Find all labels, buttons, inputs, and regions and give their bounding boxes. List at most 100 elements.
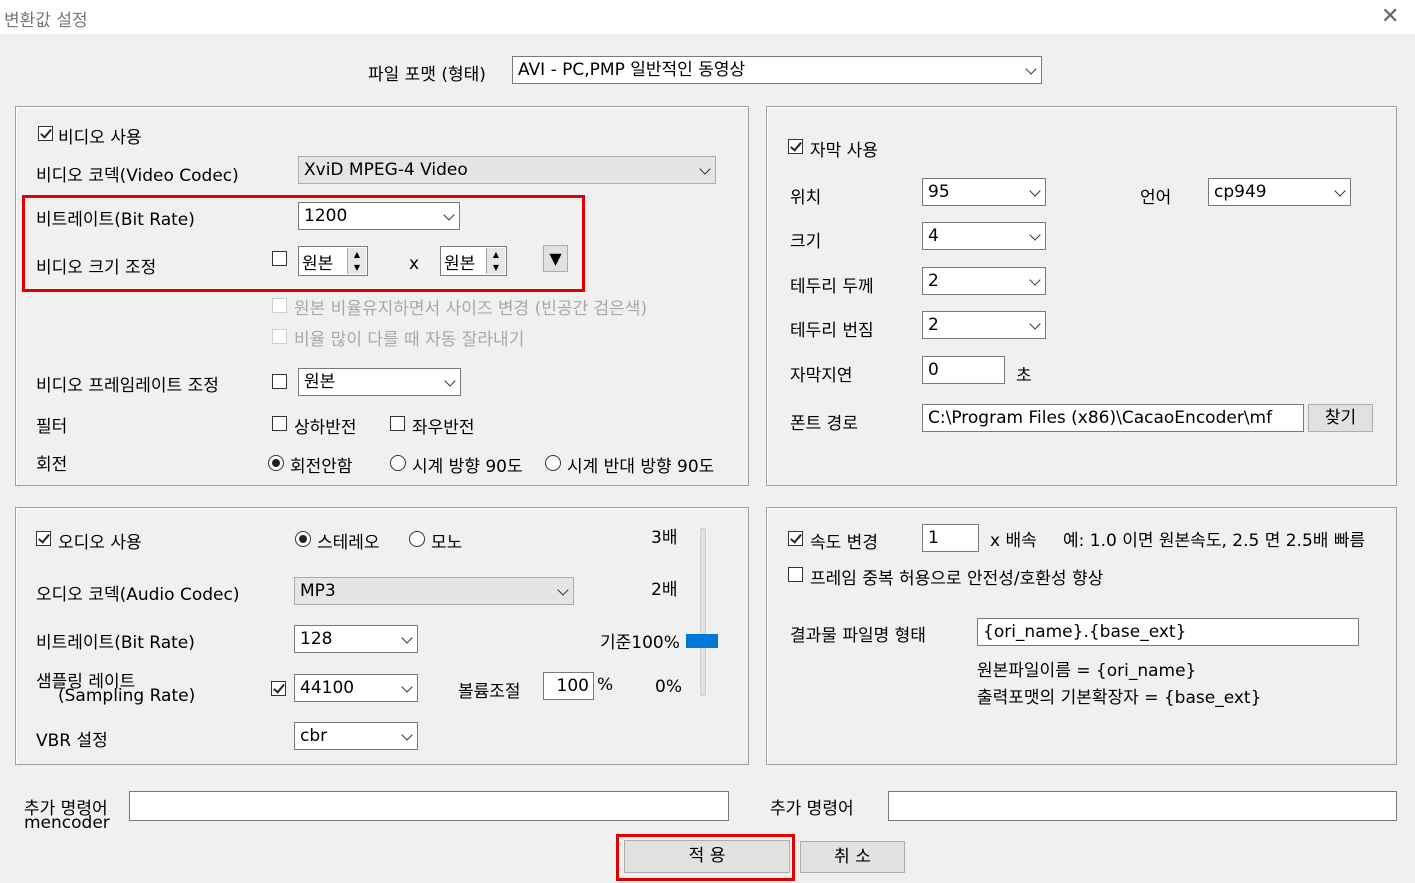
audio-use-label: 오디오 사용 xyxy=(58,533,142,553)
chevron-down-icon xyxy=(444,375,456,387)
spin-up-icon[interactable]: ▲ xyxy=(487,248,505,261)
audio-codec-value: MP3 xyxy=(300,581,336,601)
subtitle-blur-label: 테두리 번짐 xyxy=(790,321,874,341)
flip-vertical-checkbox[interactable] xyxy=(272,416,287,431)
keep-ratio-checkbox[interactable] xyxy=(272,298,287,313)
stereo-label: 스테레오 xyxy=(317,533,380,553)
audio-codec-label: 오디오 코덱(Audio Codec) xyxy=(36,585,240,605)
chevron-down-icon xyxy=(1029,318,1041,330)
vbr-label: VBR 설정 xyxy=(36,731,108,751)
subtitle-border-value: 2 xyxy=(928,271,939,291)
subtitle-use-checkbox[interactable] xyxy=(788,139,803,154)
font-browse-label: 찾기 xyxy=(1324,408,1357,428)
speed-change-checkbox[interactable] xyxy=(788,531,803,546)
volume-scale-0: 0% xyxy=(655,677,682,697)
spin-down-icon[interactable]: ▼ xyxy=(487,261,505,274)
output-filename-input[interactable]: {ori_name}.{base_ext} xyxy=(977,618,1359,646)
subtitle-use-label: 자막 사용 xyxy=(810,141,878,161)
volume-input[interactable]: 100 xyxy=(543,672,594,700)
subtitle-size-value: 4 xyxy=(928,226,939,246)
subtitle-delay-value: 0 xyxy=(928,360,939,380)
speed-input[interactable]: 1 xyxy=(922,524,979,552)
filename-hint-1: 원본파일이름 = {ori_name} xyxy=(977,661,1197,681)
video-size-checkbox[interactable] xyxy=(272,251,287,266)
volume-value: 100 xyxy=(556,676,589,696)
flip-horizontal-label: 좌우반전 xyxy=(412,418,475,438)
video-bitrate-label: 비트레이트(Bit Rate) xyxy=(36,210,195,230)
subtitle-blur-select[interactable]: 2 xyxy=(922,311,1046,339)
flip-horizontal-checkbox[interactable] xyxy=(390,416,405,431)
volume-unit: % xyxy=(597,675,614,695)
video-size-label: 비디오 크기 조정 xyxy=(36,258,157,278)
font-browse-button[interactable]: 찾기 xyxy=(1308,404,1373,432)
font-path-label: 폰트 경로 xyxy=(790,414,858,434)
video-codec-select[interactable]: XviD MPEG-4 Video xyxy=(298,156,716,184)
subtitle-language-label: 언어 xyxy=(1140,188,1172,208)
auto-crop-label: 비율 많이 다를 때 자동 잘라내기 xyxy=(294,330,525,350)
font-path-input[interactable]: C:\Program Files (x86)\CacaoEncoder\mf xyxy=(922,404,1304,432)
sample-rate-select[interactable]: 44100 xyxy=(294,674,418,702)
cancel-button[interactable]: 취 소 xyxy=(800,841,905,873)
mencoder-extra-input[interactable] xyxy=(129,791,729,821)
audio-use-checkbox[interactable] xyxy=(36,531,51,546)
volume-slider-thumb[interactable] xyxy=(686,633,718,648)
spin-up-icon[interactable]: ▲ xyxy=(348,248,366,261)
chevron-down-icon xyxy=(699,163,711,175)
chevron-down-icon xyxy=(1029,185,1041,197)
video-codec-label: 비디오 코덱(Video Codec) xyxy=(36,166,239,186)
rotate-none-label: 회전안함 xyxy=(290,457,353,477)
flip-vertical-label: 상하반전 xyxy=(294,418,357,438)
framerate-label: 비디오 프레임레이트 조정 xyxy=(36,376,219,396)
spinner-buttons[interactable]: ▲ ▼ xyxy=(486,248,505,274)
subtitle-position-select[interactable]: 95 xyxy=(922,178,1046,206)
mono-radio[interactable] xyxy=(409,531,425,547)
speed-example: 예: 1.0 이면 원본속도, 2.5 면 2.5배 빠름 xyxy=(1063,531,1366,551)
close-icon[interactable]: ✕ xyxy=(1381,4,1399,29)
subtitle-delay-unit: 초 xyxy=(1016,366,1032,386)
speed-unit-label: x 배속 xyxy=(990,531,1037,551)
volume-scale-2x: 2배 xyxy=(651,580,678,600)
output-filename-label: 결과물 파일명 형태 xyxy=(790,626,926,646)
format-select[interactable]: AVI - PC,PMP 일반적인 동영상 xyxy=(512,56,1042,84)
rotate-ccw-label: 시계 반대 방향 90도 xyxy=(567,457,715,477)
rotate-cw-radio[interactable] xyxy=(390,455,406,471)
subtitle-size-select[interactable]: 4 xyxy=(922,222,1046,250)
sample-rate-label-en: (Sampling Rate) xyxy=(58,686,196,706)
video-bitrate-value: 1200 xyxy=(304,206,348,226)
spinner-buttons[interactable]: ▲ ▼ xyxy=(347,248,366,274)
mencoder-label: mencoder xyxy=(24,813,110,833)
video-height-spinner[interactable]: 원본 ▲ ▼ xyxy=(440,246,507,276)
apply-label: 적 용 xyxy=(688,846,726,866)
video-width-spinner[interactable]: 원본 ▲ ▼ xyxy=(298,246,368,276)
video-use-label: 비디오 사용 xyxy=(58,128,142,148)
subtitle-delay-input[interactable]: 0 xyxy=(922,356,1005,384)
vbr-select[interactable]: cbr xyxy=(294,722,418,750)
audio-codec-select[interactable]: MP3 xyxy=(294,577,574,605)
subtitle-border-label: 테두리 두께 xyxy=(790,277,874,297)
video-height-value: 원본 xyxy=(444,254,476,274)
frame-dup-checkbox[interactable] xyxy=(788,567,803,582)
rotate-ccw-radio[interactable] xyxy=(545,455,561,471)
subtitle-language-select[interactable]: cp949 xyxy=(1208,178,1351,206)
subtitle-delay-label: 자막지연 xyxy=(790,366,853,386)
chevron-down-icon xyxy=(401,632,413,644)
apply-button[interactable]: 적 용 xyxy=(624,840,790,873)
other-extra-input[interactable] xyxy=(888,791,1397,821)
rotate-none-radio[interactable] xyxy=(268,455,284,471)
subtitle-border-select[interactable]: 2 xyxy=(922,267,1046,295)
keep-ratio-label: 원본 비율유지하면서 사이즈 변경 (빈공간 검은색) xyxy=(294,299,648,319)
vbr-value: cbr xyxy=(300,726,328,746)
mono-label: 모노 xyxy=(431,533,463,553)
sample-rate-checkbox[interactable] xyxy=(271,681,286,696)
framerate-checkbox[interactable] xyxy=(272,374,287,389)
video-use-checkbox[interactable] xyxy=(38,126,53,141)
spin-down-icon[interactable]: ▼ xyxy=(348,261,366,274)
stereo-radio[interactable] xyxy=(295,531,311,547)
framerate-select[interactable]: 원본 xyxy=(298,368,461,396)
filename-hint-2: 출력포맷의 기본확장자 = {base_ext} xyxy=(977,688,1262,708)
size-preset-dropdown-button[interactable]: ▼ xyxy=(543,245,568,272)
volume-slider-track[interactable] xyxy=(700,528,706,696)
auto-crop-checkbox[interactable] xyxy=(272,329,287,344)
video-bitrate-select[interactable]: 1200 xyxy=(298,202,460,230)
audio-bitrate-select[interactable]: 128 xyxy=(294,625,418,653)
